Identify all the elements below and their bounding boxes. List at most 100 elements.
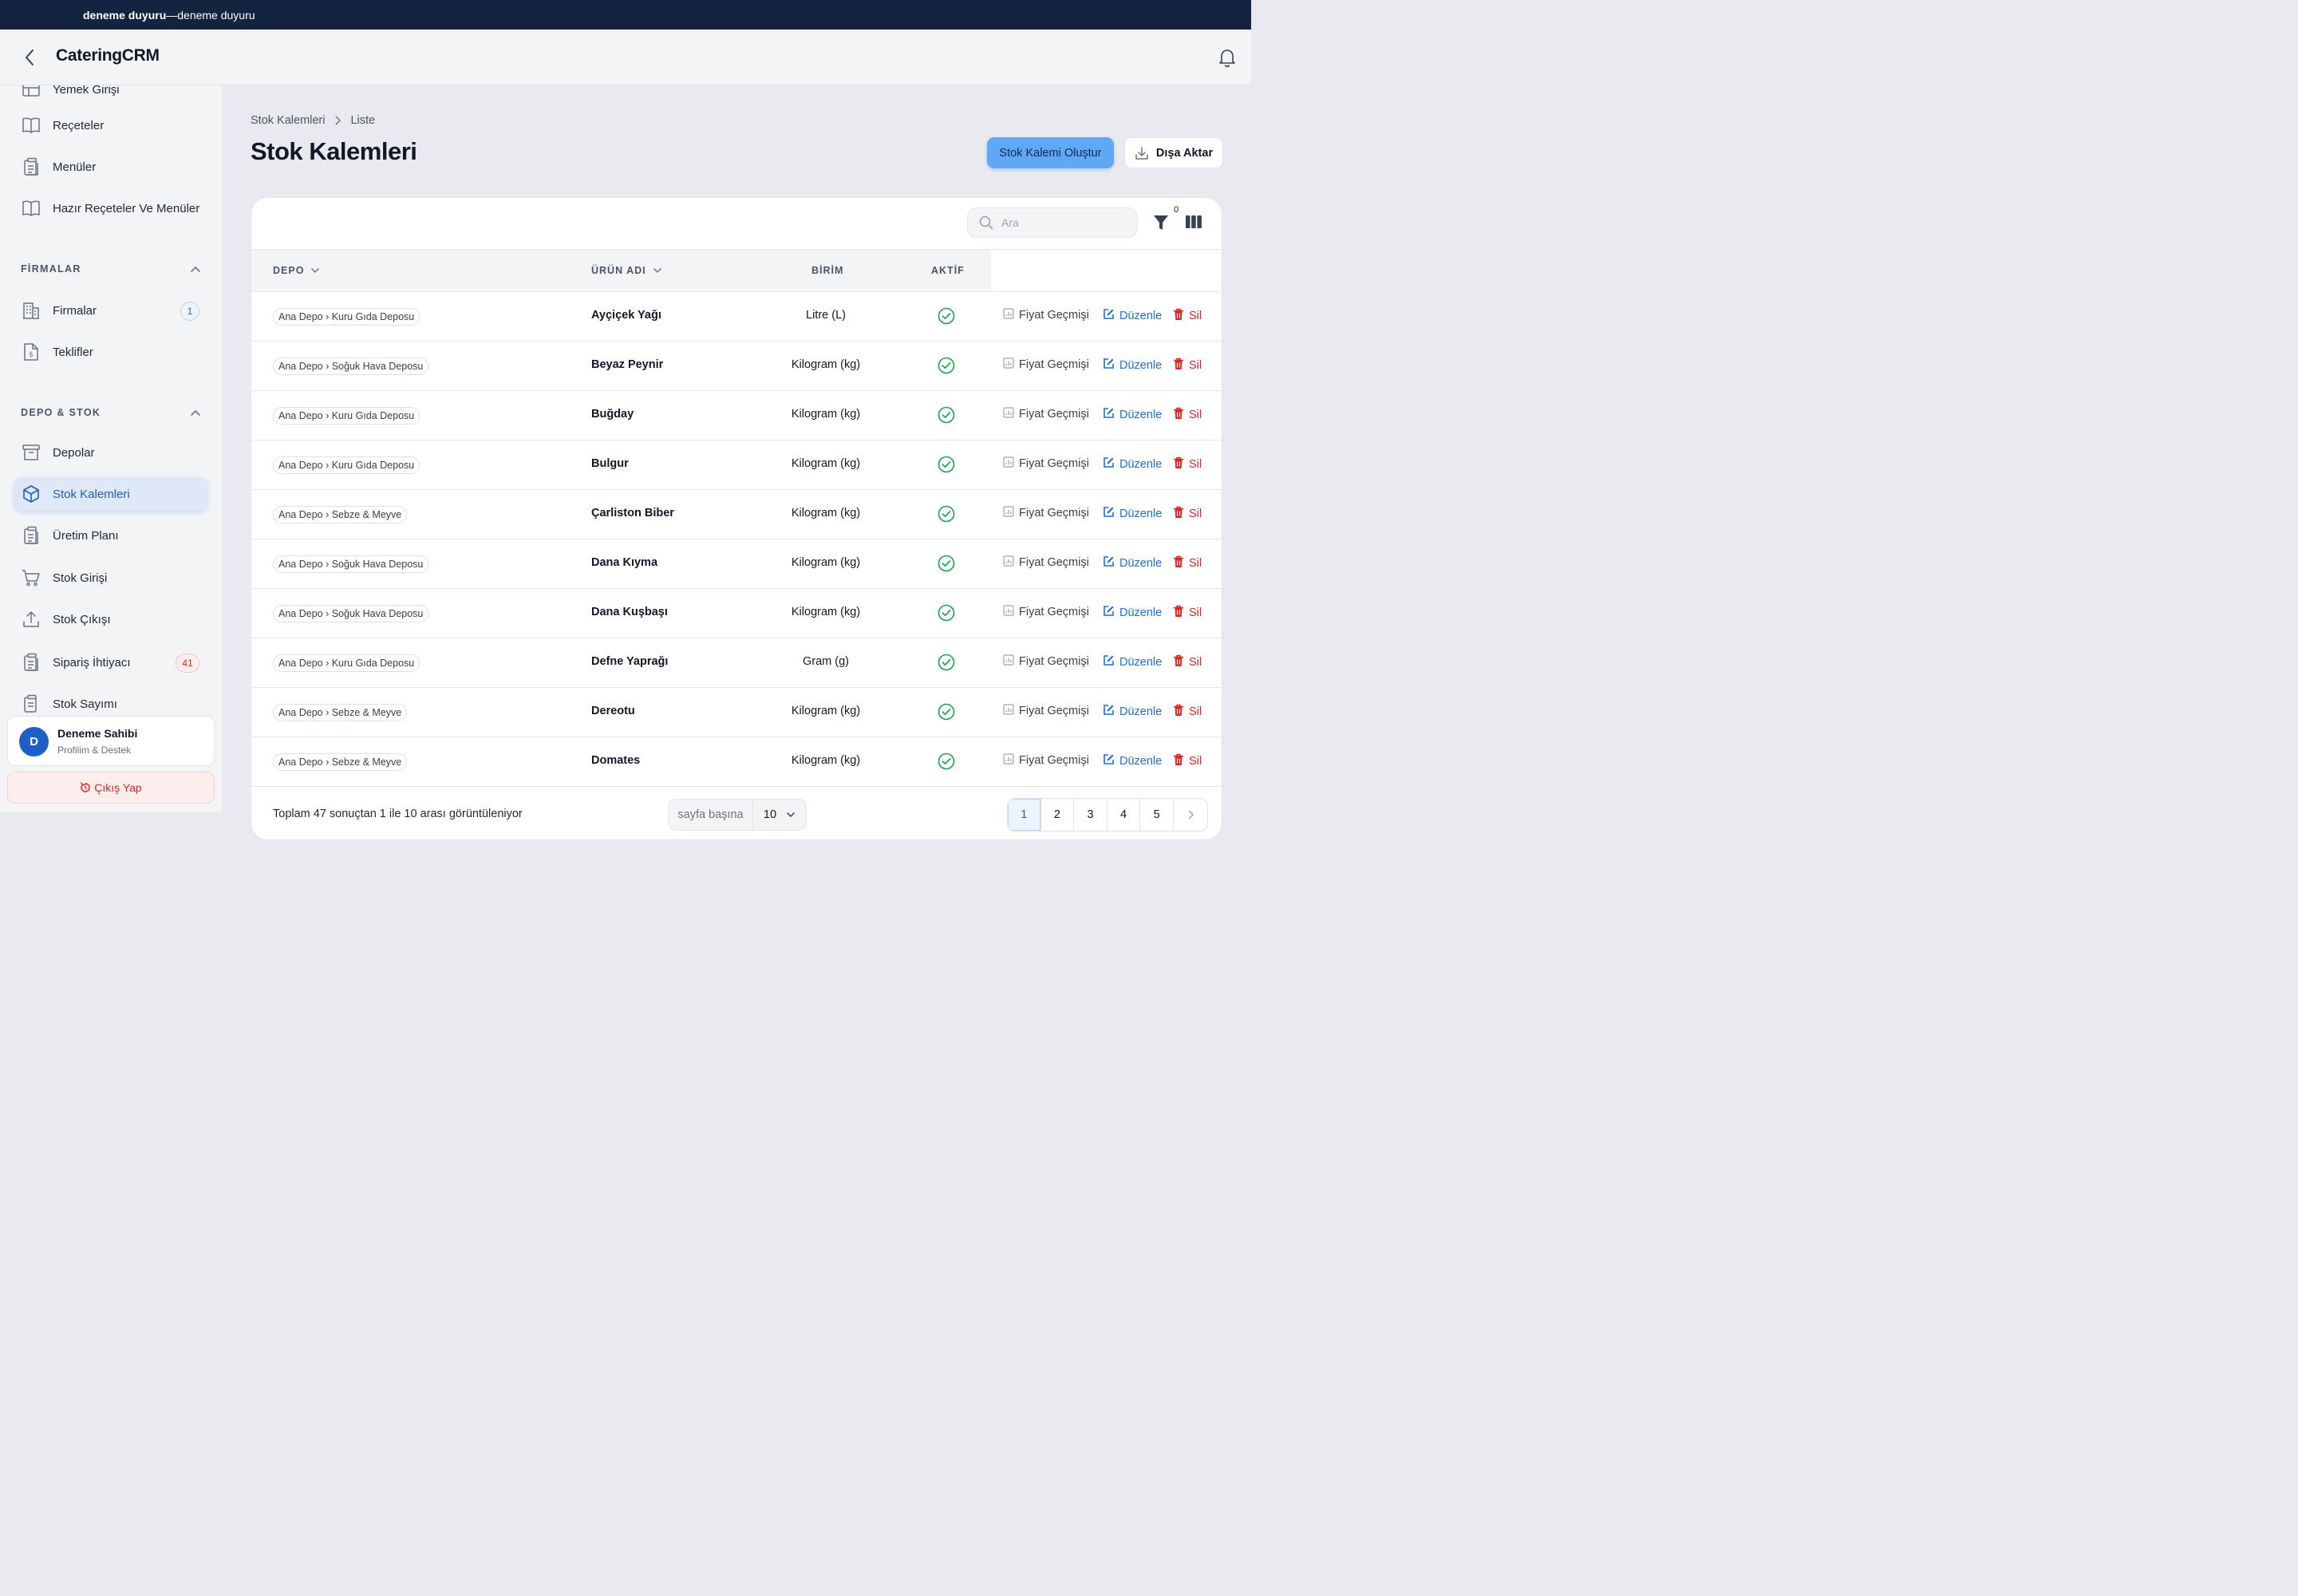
- delete-button[interactable]: Sil: [1173, 456, 1202, 472]
- edit-button[interactable]: Düzenle: [1103, 555, 1162, 571]
- page-button-4[interactable]: 4: [1107, 799, 1141, 831]
- active-check-icon: [938, 604, 955, 622]
- column-label: AKTİF: [931, 265, 965, 276]
- delete-button[interactable]: Sil: [1173, 555, 1202, 571]
- chevron-up-icon: [191, 266, 200, 272]
- search-box[interactable]: [967, 207, 1138, 238]
- warehouse-tag: Ana Depo › Kuru Gıda Deposu: [273, 456, 421, 474]
- sidebar-item-label: Stok Sayımı: [53, 697, 117, 711]
- sidebar-item-uretim-plani[interactable]: Üretim Planı: [14, 519, 207, 552]
- column-header-urun-adi[interactable]: ÜRÜN ADI: [591, 265, 662, 276]
- next-page-button[interactable]: [1173, 799, 1207, 831]
- edit-label: Düzenle: [1119, 754, 1163, 768]
- sidebar-item-menuler[interactable]: Menüler: [14, 150, 207, 184]
- price-history-button[interactable]: Fiyat Geçmişi: [1003, 456, 1089, 471]
- page-button-3[interactable]: 3: [1074, 799, 1108, 831]
- filter-button[interactable]: [1153, 214, 1172, 233]
- delete-button[interactable]: Sil: [1173, 308, 1202, 324]
- warehouse-tag: Ana Depo › Kuru Gıda Deposu: [273, 308, 421, 326]
- delete-button[interactable]: Sil: [1173, 358, 1202, 373]
- edit-button[interactable]: Düzenle: [1103, 407, 1162, 422]
- delete-button[interactable]: Sil: [1173, 654, 1202, 670]
- sidebar-item-stok-kalemleri[interactable]: Stok Kalemleri: [14, 477, 207, 511]
- edit-button[interactable]: Düzenle: [1103, 605, 1162, 620]
- sidebar-item-hazir-receteler[interactable]: Hazır Reçeteler Ve Menüler: [14, 192, 207, 225]
- chart-icon: [1003, 605, 1014, 619]
- price-history-button[interactable]: Fiyat Geçmişi: [1003, 506, 1089, 520]
- edit-label: Düzenle: [1119, 507, 1163, 520]
- product-name: Buğday: [591, 408, 634, 421]
- edit-button[interactable]: Düzenle: [1103, 506, 1162, 521]
- price-history-button[interactable]: Fiyat Geçmişi: [1003, 358, 1089, 372]
- notifications-button[interactable]: [1218, 47, 1237, 68]
- edit-icon: [1103, 506, 1115, 521]
- price-history-button[interactable]: Fiyat Geçmişi: [1003, 605, 1089, 619]
- table-row: Ana Depo › Kuru Gıda Deposu Ayçiçek Yağı L…: [251, 292, 1222, 342]
- unit: Gram (g): [803, 655, 849, 668]
- sidebar-item-receteler[interactable]: Reçeteler: [14, 109, 207, 142]
- price-history-button[interactable]: Fiyat Geçmişi: [1003, 654, 1089, 669]
- logout-button[interactable]: Çıkış Yap: [7, 772, 215, 804]
- sidebar-section-firmalar[interactable]: FİRMALAR: [21, 263, 201, 275]
- price-history-button[interactable]: Fiyat Geçmişi: [1003, 308, 1089, 322]
- delete-label: Sil: [1189, 755, 1202, 768]
- price-history-button[interactable]: Fiyat Geçmişi: [1003, 555, 1089, 570]
- search-icon: [979, 215, 993, 230]
- sidebar-item-siparis-ihtiyaci[interactable]: Sipariş İhtiyacı 41: [14, 646, 207, 679]
- price-history-button[interactable]: Fiyat Geçmişi: [1003, 704, 1089, 718]
- edit-label: Düzenle: [1119, 309, 1163, 322]
- price-history-button[interactable]: Fiyat Geçmişi: [1003, 407, 1089, 421]
- back-button[interactable]: [19, 47, 40, 68]
- price-history-label: Fiyat Geçmişi: [1019, 507, 1089, 519]
- archive-icon: [22, 443, 41, 462]
- profile-subtitle: Profilim & Destek: [57, 745, 132, 756]
- search-input[interactable]: [1001, 216, 1121, 229]
- table-header: DEPO ÜRÜN ADI BİRİM AKTİF: [251, 249, 1222, 292]
- sidebar-item-stok-cikisi[interactable]: Stok Çıkışı: [14, 602, 207, 636]
- chart-icon: [1003, 506, 1014, 520]
- product-name: Çarliston Biber: [591, 507, 674, 519]
- delete-button[interactable]: Sil: [1173, 605, 1202, 621]
- sidebar-section-depo-stok[interactable]: DEPO & STOK: [21, 407, 201, 418]
- edit-button[interactable]: Düzenle: [1103, 753, 1162, 768]
- sidebar-item-label: Yemek Girişi: [53, 85, 120, 97]
- columns-button[interactable]: [1185, 215, 1202, 231]
- edit-button[interactable]: Düzenle: [1103, 456, 1162, 472]
- column-header-birim: BİRİM: [811, 265, 843, 276]
- page-button-2[interactable]: 2: [1040, 799, 1075, 831]
- active-check-icon: [938, 406, 955, 424]
- edit-icon: [1103, 456, 1115, 472]
- page-button-1[interactable]: 1: [1008, 799, 1041, 831]
- active-check-icon: [938, 307, 955, 325]
- price-history-button[interactable]: Fiyat Geçmişi: [1003, 753, 1089, 768]
- profile-card[interactable]: D Deneme Sahibi Profilim & Destek: [7, 716, 215, 766]
- section-title: DEPO & STOK: [21, 407, 101, 418]
- create-stock-item-button[interactable]: Stok Kalemi Oluştur: [987, 137, 1114, 168]
- table-row: Ana Depo › Sebze & Meyve Çarliston Biber K…: [251, 490, 1222, 539]
- column-header-depo[interactable]: DEPO: [273, 265, 320, 276]
- sidebar-item-label: Stok Kalemleri: [53, 487, 130, 501]
- edit-label: Düzenle: [1119, 655, 1163, 669]
- sidebar-item-stok-girisi[interactable]: Stok Girişi: [14, 561, 207, 595]
- sidebar-item-teklifler[interactable]: $ Teklifler: [14, 335, 207, 369]
- delete-button[interactable]: Sil: [1173, 506, 1202, 522]
- delete-label: Sil: [1189, 508, 1202, 520]
- per-page-select[interactable]: 10: [753, 808, 806, 821]
- edit-button[interactable]: Düzenle: [1103, 704, 1162, 719]
- edit-button[interactable]: Düzenle: [1103, 654, 1162, 670]
- sidebar-item-depolar[interactable]: Depolar: [14, 436, 207, 469]
- export-button[interactable]: Dışa Aktar: [1124, 137, 1223, 168]
- edit-button[interactable]: Düzenle: [1103, 308, 1162, 323]
- unit: Kilogram (kg): [791, 358, 861, 371]
- breadcrumb-parent[interactable]: Stok Kalemleri: [251, 114, 325, 127]
- delete-label: Sil: [1189, 409, 1202, 421]
- delete-button[interactable]: Sil: [1173, 753, 1202, 769]
- table-row: Ana Depo › Sebze & Meyve Dereotu Kilogram …: [251, 688, 1222, 737]
- delete-button[interactable]: Sil: [1173, 704, 1202, 720]
- edit-label: Düzenle: [1119, 606, 1163, 619]
- page-button-5[interactable]: 5: [1140, 799, 1174, 831]
- sidebar-item-yemek-girisi[interactable]: Yemek Girişi: [14, 85, 207, 106]
- delete-button[interactable]: Sil: [1173, 407, 1202, 423]
- sidebar-item-firmalar[interactable]: Firmalar 1: [14, 294, 207, 327]
- edit-button[interactable]: Düzenle: [1103, 358, 1162, 373]
